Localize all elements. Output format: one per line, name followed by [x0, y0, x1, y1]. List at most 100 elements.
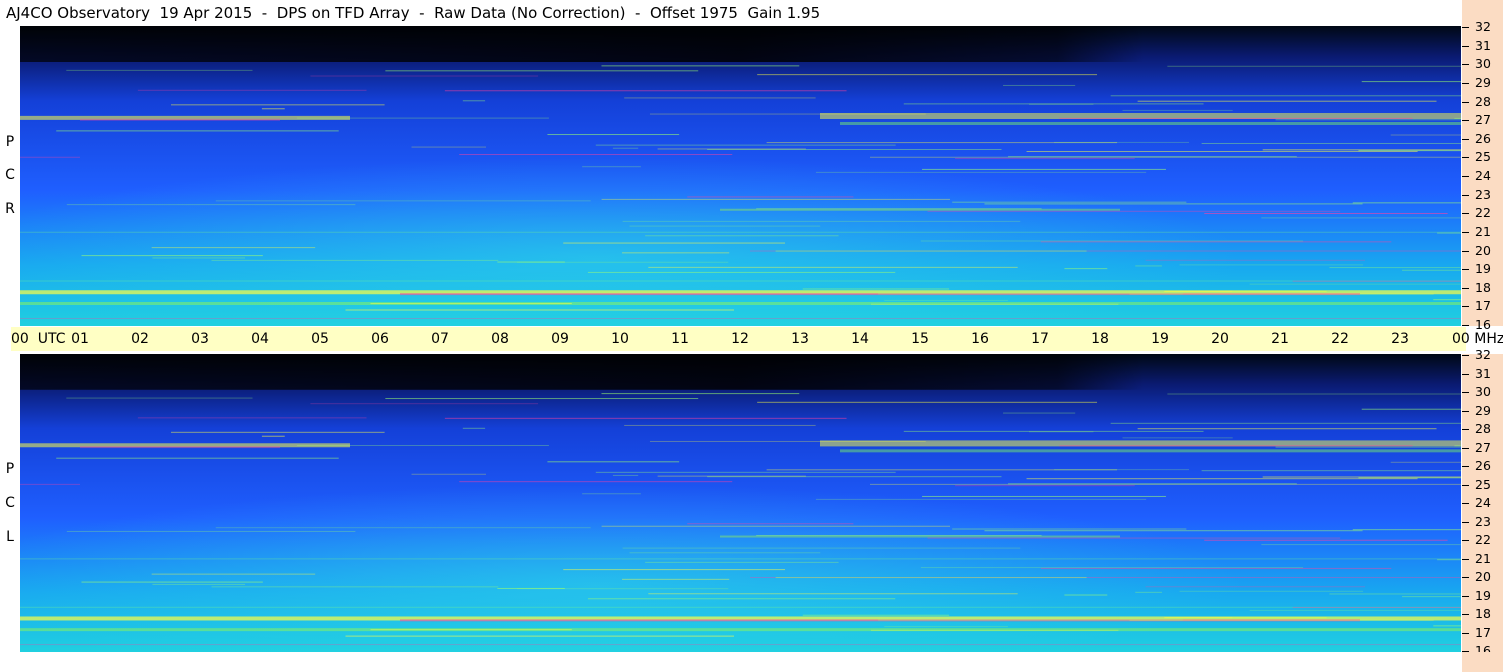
freq-tick-mark [1462, 447, 1469, 449]
freq-tick-mark [1462, 614, 1469, 615]
freq-tick-mark [1462, 64, 1469, 66]
signal-streak [547, 134, 680, 136]
signal-streak [955, 485, 1135, 487]
signal-streak [1352, 202, 1461, 204]
freq-tick-mark [1462, 306, 1469, 308]
freq-tick-label: 17 [1475, 298, 1491, 314]
freq-tick-label: 22 [1475, 205, 1491, 221]
freq-tick-mark [1462, 503, 1469, 504]
freq-tick-label: 21 [1475, 550, 1491, 566]
lcp-spectrogram [20, 354, 1461, 652]
signal-streak [516, 588, 729, 590]
freq-tick-mark [1462, 157, 1469, 159]
lcp-freq-axis: 32 31 30 29 28 27 26 25 24 23 22 21 20 19 18 17 16 [1462, 348, 1503, 658]
signal-streak [815, 171, 1147, 173]
signal-streak [370, 303, 572, 305]
freq-tick-mark [1462, 176, 1469, 177]
signal-streak [310, 75, 539, 77]
signal-streak [687, 196, 854, 198]
signal-streak [756, 208, 1042, 210]
time-tick-label: 20 [1211, 331, 1229, 347]
signal-streak [756, 535, 1042, 537]
time-tick-label: 07 [431, 331, 449, 347]
signal-streak [903, 430, 1204, 432]
signal-streak [984, 530, 1363, 532]
signal-streak [1059, 117, 1413, 119]
signal-streak [870, 629, 1119, 631]
signal-streak [459, 481, 733, 483]
signal-streak [1054, 469, 1190, 471]
signal-streak [385, 398, 699, 400]
signal-streak [215, 527, 591, 529]
signal-streak [648, 593, 1018, 595]
signal-streak [385, 70, 699, 72]
time-tick-label: 13 [791, 331, 809, 347]
signal-streak [1249, 283, 1461, 285]
signal-streak [877, 619, 1183, 621]
freq-tick-label: 24 [1475, 168, 1491, 183]
signal-streak [1167, 65, 1461, 67]
freq-tick-label: 26 [1475, 458, 1491, 473]
signal-streak [1122, 109, 1233, 111]
freq-tick-label: 21 [1475, 223, 1491, 239]
signal-streak [1179, 264, 1364, 266]
signal-streak [152, 257, 246, 259]
lcp-label-letter: L [6, 529, 14, 545]
signal-streak [345, 309, 735, 311]
freq-tick-mark [1462, 392, 1469, 393]
freq-tick-label: 17 [1475, 624, 1491, 640]
signal-streak [622, 547, 1021, 549]
signal-streak [870, 303, 1119, 305]
signal-streak [601, 65, 800, 67]
signal-streak [1110, 422, 1461, 424]
freq-tick-label: 27 [1475, 439, 1491, 455]
signal-streak [1054, 141, 1190, 143]
freq-tick-label: 27 [1475, 112, 1491, 128]
signal-streak [1261, 544, 1461, 546]
freq-tick-label: 19 [1475, 587, 1491, 603]
freq-tick-mark [1462, 45, 1469, 47]
signal-streak [1292, 606, 1461, 608]
signal-streak [1003, 412, 1076, 414]
signal-streak [877, 293, 1183, 295]
signal-streak [757, 74, 1098, 76]
signal-streak [707, 476, 1002, 478]
time-tick-label: 11 [671, 331, 689, 347]
signal-streak [1352, 529, 1461, 531]
freq-tick-label: 18 [1475, 606, 1491, 621]
signal-streak [444, 417, 847, 419]
freq-tick-mark [1462, 577, 1469, 578]
signal-streak [629, 225, 821, 227]
signal-streak [1201, 470, 1461, 472]
signal-streak [170, 104, 385, 106]
signal-streak [649, 113, 926, 115]
freq-tick-mark [1462, 194, 1469, 196]
interference-band [20, 156, 80, 158]
signal-streak [1135, 265, 1162, 267]
signal-streak [922, 495, 1166, 497]
signal-streak [1358, 477, 1461, 479]
time-tick-label: 04 [251, 331, 269, 347]
signal-streak [587, 271, 896, 273]
signal-streak [310, 403, 539, 405]
time-tick-label: 02 [131, 331, 149, 347]
freq-axis-pad [1462, 652, 1503, 672]
signal-streak [1064, 268, 1108, 270]
signal-streak [1292, 280, 1461, 282]
freq-tick-label: 18 [1475, 279, 1491, 295]
time-tick-label: 18 [1091, 331, 1109, 347]
signal-streak [802, 614, 950, 616]
time-tick-label: 06 [371, 331, 389, 347]
signal-streak [1329, 593, 1461, 595]
freq-tick-mark [1462, 429, 1469, 430]
freq-tick-label: 29 [1475, 74, 1491, 90]
freq-tick-label: 25 [1475, 476, 1491, 492]
freq-tick-mark [1462, 82, 1469, 84]
time-tick-label: 10 [611, 331, 629, 347]
freq-tick-label: 24 [1475, 495, 1491, 510]
signal-streak [151, 573, 316, 575]
signal-streak [137, 89, 367, 91]
signal-streak [151, 247, 316, 249]
freq-tick-mark [1462, 250, 1469, 252]
freq-tick-mark [1462, 287, 1469, 289]
